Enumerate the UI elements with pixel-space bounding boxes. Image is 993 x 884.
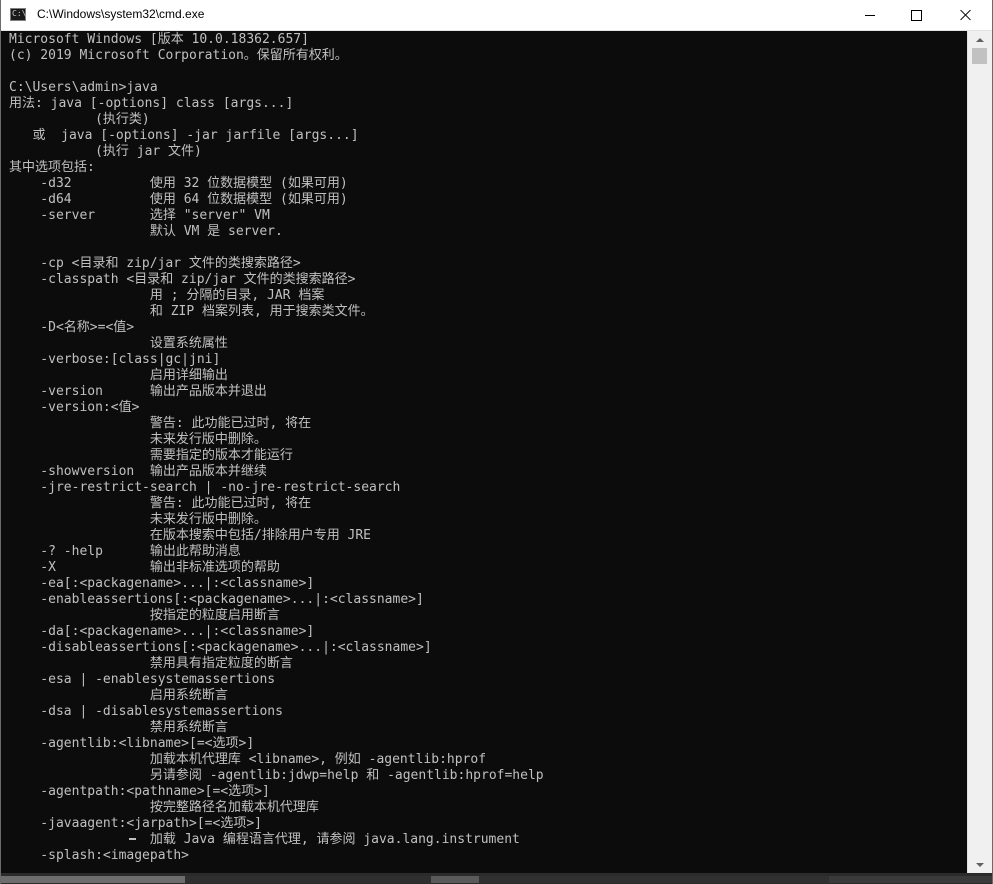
cmd-window: C:\ C:\Windows\system32\cmd.exe Microsof… bbox=[0, 0, 993, 884]
cmd-icon-glyph: C:\ bbox=[12, 9, 27, 18]
taskbar-segment bbox=[829, 876, 992, 883]
console-line: -da[:<packagename>...|:<classname>] bbox=[9, 624, 315, 639]
close-icon bbox=[960, 9, 972, 21]
console-line: Microsoft Windows [版本 10.0.18362.657] bbox=[9, 32, 309, 47]
console-line: 加载 Java 编程语言代理, 请参阅 java.lang.instrument bbox=[9, 832, 520, 847]
console-line: 和 ZIP 档案列表, 用于搜索类文件。 bbox=[9, 304, 374, 319]
console-line: -cp <目录和 zip/jar 文件的类搜索路径> bbox=[9, 256, 301, 271]
console-line: -splash:<imagepath> bbox=[9, 848, 190, 863]
console-line: 用法: java [-options] class [args...] bbox=[9, 96, 294, 111]
console-line: 禁用系统断言 bbox=[9, 720, 228, 735]
console-line: 在版本搜索中包括/排除用户专用 JRE bbox=[9, 528, 372, 543]
scroll-thumb[interactable] bbox=[972, 48, 987, 64]
arrow-up-icon bbox=[976, 37, 984, 42]
console-line: 其中选项包括: bbox=[9, 160, 95, 175]
maximize-icon bbox=[910, 9, 922, 21]
console-line: 按指定的粒度启用断言 bbox=[9, 608, 280, 623]
console-line: -X 输出非标准选项的帮助 bbox=[9, 560, 280, 575]
scroll-down-button[interactable] bbox=[968, 856, 992, 873]
title-bar[interactable]: C:\ C:\Windows\system32\cmd.exe bbox=[1, 0, 992, 31]
console-line: C:\Users\admin>java bbox=[9, 80, 158, 95]
console-line: 设置系统属性 bbox=[9, 336, 228, 351]
console-line: 另请参阅 -agentlib:jdwp=help 和 -agentlib:hpr… bbox=[9, 768, 544, 783]
console-line: -showversion 输出产品版本并继续 bbox=[9, 464, 267, 479]
console-line: -agentpath:<pathname>[=<选项>] bbox=[9, 784, 270, 799]
console-line: (c) 2019 Microsoft Corporation。保留所有权利。 bbox=[9, 48, 348, 63]
console-line: (执行 jar 文件) bbox=[9, 144, 202, 159]
window-title: C:\Windows\system32\cmd.exe bbox=[37, 7, 205, 21]
console-line: 默认 VM 是 server. bbox=[9, 224, 283, 239]
console-line: 禁用具有指定粒度的断言 bbox=[9, 656, 293, 671]
console-line: -version 输出产品版本并退出 bbox=[9, 384, 267, 399]
scroll-up-button[interactable] bbox=[968, 31, 992, 48]
taskbar-segment bbox=[1, 876, 185, 883]
maximize-button[interactable] bbox=[893, 0, 939, 30]
console-line: 警告: 此功能已过时, 将在 bbox=[9, 416, 312, 431]
console-line: 加载本机代理库 <libname>, 例如 -agentlib:hprof bbox=[9, 752, 487, 767]
text-cursor bbox=[129, 838, 136, 840]
console-line: -D<名称>=<值> bbox=[9, 320, 135, 335]
console-line: -enableassertions[:<packagename>...|:<cl… bbox=[9, 592, 424, 607]
console-line: -server 选择 "server" VM bbox=[9, 208, 270, 223]
taskbar-segment bbox=[185, 876, 431, 883]
console-line: -d64 使用 64 位数据模型 (如果可用) bbox=[9, 192, 348, 207]
taskbar-segment bbox=[479, 876, 829, 883]
console-line: -dsa | -disablesystemassertions bbox=[9, 704, 283, 719]
arrow-down-icon bbox=[976, 862, 984, 867]
console-line: 用 ; 分隔的目录, JAR 档案 bbox=[9, 288, 325, 303]
console-line: -jre-restrict-search | -no-jre-restrict-… bbox=[9, 480, 401, 495]
console-line: -classpath <目录和 zip/jar 文件的类搜索路径> bbox=[9, 272, 356, 287]
console-line: -version:<值> bbox=[9, 400, 140, 415]
console-line: -agentlib:<libname>[=<选项>] bbox=[9, 736, 255, 751]
console-line: -verbose:[class|gc|jni] bbox=[9, 352, 221, 367]
console-line: -? -help 输出此帮助消息 bbox=[9, 544, 241, 559]
console-line: -javaagent:<jarpath>[=<选项>] bbox=[9, 816, 262, 831]
console-line: 需要指定的版本才能运行 bbox=[9, 448, 293, 463]
console-line: 警告: 此功能已过时, 将在 bbox=[9, 496, 312, 511]
console-text: Microsoft Windows [版本 10.0.18362.657] (c… bbox=[1, 31, 967, 864]
cmd-app-icon[interactable]: C:\ bbox=[10, 8, 26, 21]
minimize-icon bbox=[865, 14, 875, 16]
console-line: (执行类) bbox=[9, 112, 150, 127]
console-line: 未来发行版中删除。 bbox=[9, 432, 267, 447]
console-line: -d32 使用 32 位数据模型 (如果可用) bbox=[9, 176, 348, 191]
console-output-area[interactable]: Microsoft Windows [版本 10.0.18362.657] (c… bbox=[1, 31, 967, 873]
console-line: 启用系统断言 bbox=[9, 688, 228, 703]
console-line: 按完整路径名加载本机代理库 bbox=[9, 800, 319, 815]
console-line: 未来发行版中删除。 bbox=[9, 512, 267, 527]
console-line: -esa | -enablesystemassertions bbox=[9, 672, 276, 687]
taskbar-segment bbox=[431, 876, 479, 883]
close-button[interactable] bbox=[939, 0, 992, 30]
minimize-button[interactable] bbox=[847, 0, 893, 30]
vertical-scrollbar[interactable] bbox=[967, 31, 992, 873]
console-line: -disableassertions[:<packagename>...|:<c… bbox=[9, 640, 432, 655]
console-line: 启用详细输出 bbox=[9, 368, 228, 383]
taskbar-strip bbox=[1, 873, 992, 884]
console-line: 或 java [-options] -jar jarfile [args...] bbox=[9, 128, 359, 143]
console-line: -ea[:<packagename>...|:<classname>] bbox=[9, 576, 315, 591]
